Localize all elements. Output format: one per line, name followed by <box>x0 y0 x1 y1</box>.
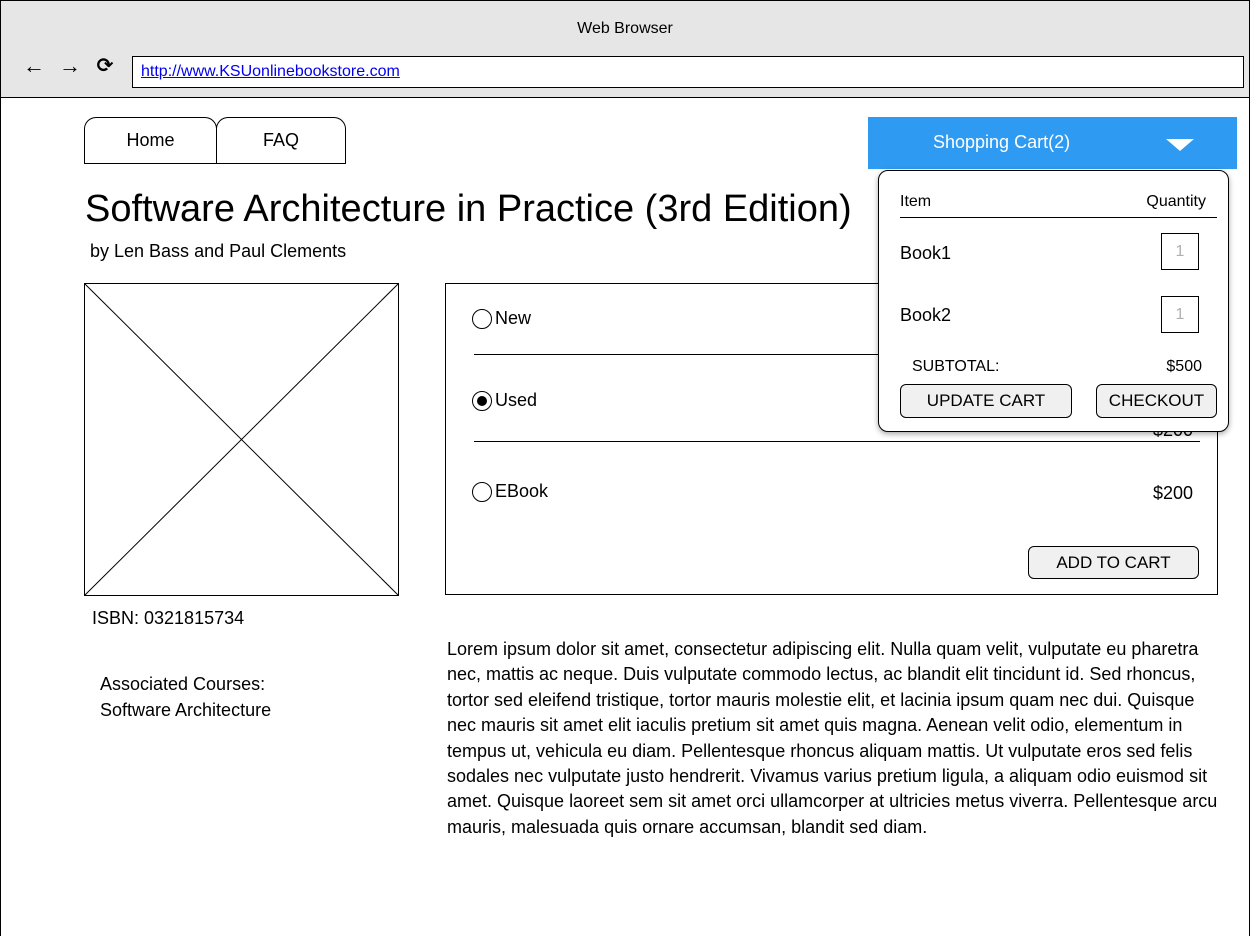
book-description: Lorem ipsum dolor sit amet, consectetur … <box>447 639 1218 837</box>
tab-faq[interactable]: FAQ <box>216 117 346 164</box>
radio-used[interactable] <box>472 390 492 411</box>
option-ebook-label: EBook <box>495 481 549 501</box>
option-new[interactable]: New <box>472 308 531 329</box>
associated-course-link: Software Architecture <box>100 700 272 720</box>
tab-faq-label: FAQ <box>262 130 299 150</box>
radio-selected-dot <box>477 395 487 406</box>
back-arrow-icon[interactable]: ← <box>23 54 45 78</box>
image-placeholder-icon <box>84 283 399 596</box>
radio-new[interactable] <box>472 308 492 329</box>
item-column-header: Item <box>900 193 932 210</box>
quantity-column-header: Quantity <box>1146 193 1206 210</box>
quantity-input[interactable]: 1 <box>1161 233 1199 270</box>
option-ebook[interactable]: EBook <box>472 481 548 502</box>
url-link[interactable]: http://www.KSUonlinebookstore.com <box>141 63 400 81</box>
book-cover-image <box>84 283 399 596</box>
reload-icon[interactable]: ⟳ <box>94 54 116 78</box>
tab-home-label: Home <box>126 130 175 150</box>
cart-item-name: Book1 <box>900 243 952 263</box>
tab-home[interactable]: Home <box>84 117 217 164</box>
tab-underline <box>84 163 346 164</box>
associated-courses-label: Associated Courses: <box>100 674 266 694</box>
add-to-cart-button[interactable]: ADD TO CART <box>1028 546 1199 579</box>
radio-ebook[interactable] <box>472 481 492 502</box>
address-bar[interactable]: http://www.KSUonlinebookstore.com <box>132 56 1244 88</box>
chevron-down-icon[interactable] <box>1166 139 1194 151</box>
book-author: by Len Bass and Paul Clements <box>90 241 347 261</box>
option-divider <box>474 441 1200 442</box>
window-title: Web Browser <box>577 20 673 37</box>
quantity-input[interactable]: 1 <box>1161 296 1199 333</box>
forward-arrow-icon[interactable]: → <box>59 54 81 78</box>
cart-item-name: Book2 <box>900 305 952 325</box>
browser-toolbar: Web Browser ← → ⟳ http://www.KSUonlinebo… <box>1 1 1249 98</box>
ebook-price: $200 <box>1152 483 1193 503</box>
subtotal-value: $500 <box>1166 358 1202 375</box>
option-new-label: New <box>495 308 532 328</box>
isbn-text: ISBN: 0321815734 <box>92 608 245 628</box>
header-divider <box>900 217 1217 218</box>
shopping-cart-label: Shopping Cart(2) <box>933 132 1071 152</box>
option-used[interactable]: Used <box>472 390 537 411</box>
option-used-label: Used <box>495 390 538 410</box>
shopping-cart-button[interactable]: Shopping Cart(2) <box>868 117 1237 169</box>
cart-dropdown: Item Quantity Book1 1 Book2 1 SUBTOTAL: … <box>878 170 1229 432</box>
update-cart-button[interactable]: UPDATE CART <box>900 384 1072 418</box>
subtotal-label: SUBTOTAL: <box>912 358 1000 375</box>
page-title: Software Architecture in Practice (3rd E… <box>85 188 852 230</box>
checkout-button[interactable]: CHECKOUT <box>1096 384 1217 418</box>
